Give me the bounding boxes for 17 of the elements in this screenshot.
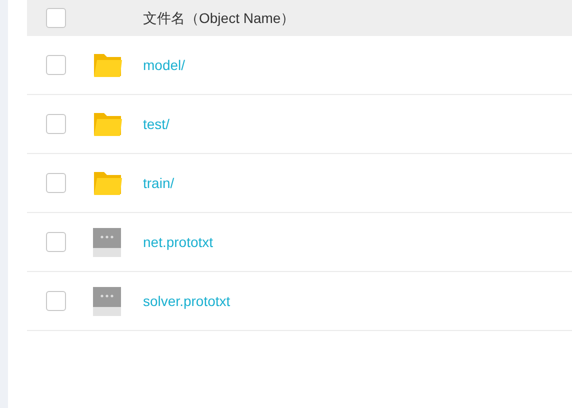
checkbox[interactable] <box>46 55 66 75</box>
object-link[interactable]: net.prototxt <box>143 232 214 252</box>
checkbox[interactable] <box>46 114 66 134</box>
object-link[interactable]: test/ <box>143 114 170 134</box>
checkbox[interactable] <box>46 173 66 193</box>
object-link[interactable]: solver.prototxt <box>143 290 230 312</box>
checkbox[interactable] <box>46 291 66 311</box>
folder-icon <box>93 170 123 196</box>
folder-icon <box>93 52 123 78</box>
file-icon <box>93 228 121 256</box>
column-header: 文件名（Object Name） <box>142 8 295 28</box>
checkbox[interactable] <box>46 8 66 28</box>
checkbox[interactable] <box>46 232 66 252</box>
folder-icon <box>93 111 123 137</box>
object-link[interactable]: model/ <box>143 54 186 76</box>
object-link[interactable]: train/ <box>143 172 174 194</box>
file-icon <box>93 286 121 316</box>
